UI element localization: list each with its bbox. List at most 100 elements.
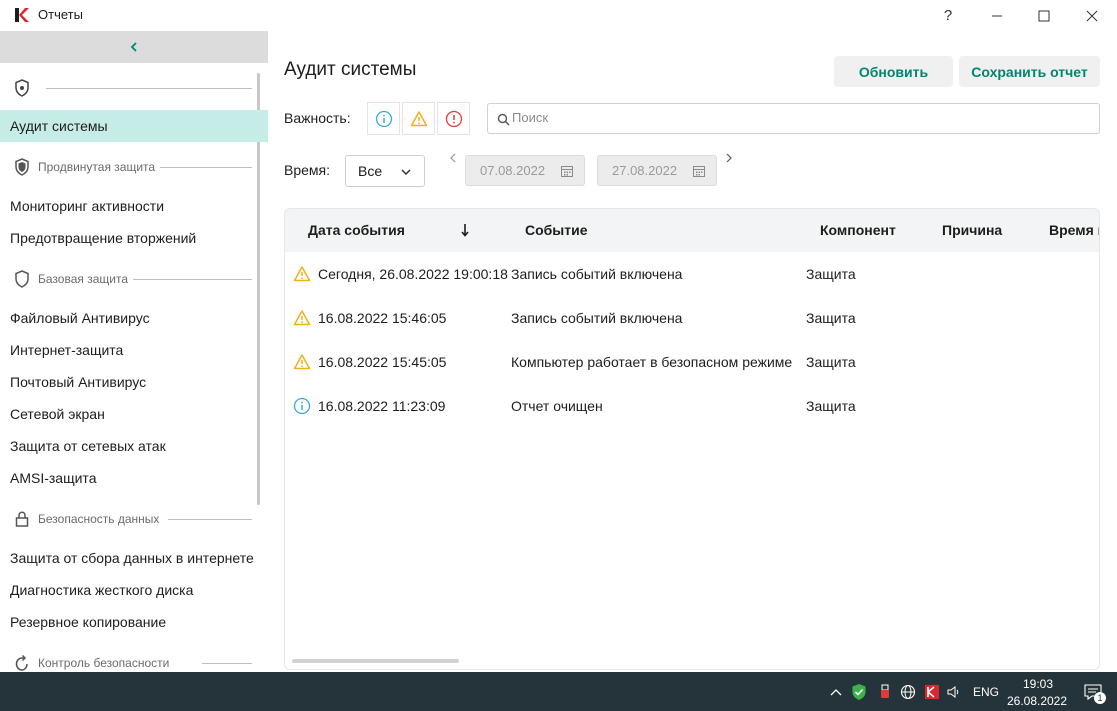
sidebar-section-basic: Базовая защита [0,268,268,290]
column-header-date[interactable]: Дата события [308,222,405,238]
column-header-event[interactable]: Событие [525,222,588,238]
section-divider [168,519,252,520]
sidebar-item-network-attack-blocker[interactable]: Защита от сетевых атак [0,430,268,462]
warning-icon [410,110,427,126]
table-row[interactable]: 16.08.2022 15:45:05 Компьютер работает в… [285,340,1099,384]
date-from-value: 07.08.2022 [480,163,546,178]
table-row[interactable]: 16.08.2022 11:23:09 Отчет очищен Защита [285,384,1099,428]
kaspersky-alert-icon [925,685,939,699]
sidebar-item-backup[interactable]: Резервное копирование [0,606,268,638]
sidebar-item-web-protection[interactable]: Интернет-защита [0,334,268,366]
refresh-button[interactable]: Обновить [834,56,953,87]
cell-component: Защита [806,398,856,414]
sidebar-item-amsi[interactable]: AMSI-защита [0,462,268,494]
notification-center-button[interactable]: 1 [1082,683,1106,704]
sidebar-collapse-button[interactable] [0,31,268,63]
severity-critical-filter[interactable] [437,102,470,135]
time-period-value: Все [358,163,383,179]
shield-outline-icon [15,270,29,288]
search-icon [497,113,510,126]
severity-info-filter[interactable] [367,102,400,135]
sidebar-section-top [0,77,268,99]
minimize-icon [992,15,1002,16]
clock-date[interactable]: 26.08.2022 [1002,694,1072,708]
section-divider [160,167,252,168]
date-from-field[interactable]: 07.08.2022 [465,155,585,186]
cell-component: Защита [806,266,856,282]
shield-icon [15,79,29,97]
close-button[interactable] [1068,0,1116,31]
cell-date: 16.08.2022 15:46:05 [318,310,447,326]
date-to-field[interactable]: 27.08.2022 [597,155,717,186]
previous-period-button[interactable] [446,151,460,165]
sidebar-item-private-browsing[interactable]: Защита от сбора данных в интернете [0,542,268,574]
usb-icon [881,684,889,698]
sidebar-section-security-control: Контроль безопасности [0,652,268,672]
show-hidden-icons-button[interactable] [827,683,845,701]
column-header-component[interactable]: Компонент [820,222,896,238]
time-period-select[interactable]: Все [345,155,425,187]
chevron-left-icon [130,42,137,52]
warning-icon [293,310,311,326]
severity-warning-filter[interactable] [402,102,435,135]
search-box[interactable] [487,103,1100,134]
maximize-icon [1038,10,1050,21]
taskbar: ENG 19:03 26.08.2022 1 [0,672,1117,711]
warning-icon [293,266,311,282]
critical-icon [445,110,462,127]
table-row[interactable]: 16.08.2022 15:46:05 Запись событий включ… [285,296,1099,340]
save-report-button[interactable]: Сохранить отчет [959,56,1100,87]
column-header-reason[interactable]: Причина [942,222,1002,238]
warning-icon [293,354,311,370]
volume-tray-icon[interactable] [946,683,964,701]
sidebar-item-intrusion-prevention[interactable]: Предотвращение вторжений [0,222,268,254]
kaspersky-alert-tray-icon[interactable] [923,683,941,701]
sidebar-item-file-antivirus[interactable]: Файловый Антивирус [0,302,268,334]
sidebar-item-firewall[interactable]: Сетевой экран [0,398,268,430]
table-horizontal-scrollbar[interactable] [292,659,459,663]
arrow-down-icon[interactable] [460,223,470,237]
next-period-button[interactable] [722,151,736,165]
time-label: Время: [284,162,331,178]
events-table: Дата события Событие Компонент Причина В… [284,208,1100,670]
title-bar: Отчеты ? [0,0,1117,31]
sidebar-item-mail-antivirus[interactable]: Почтовый Антивирус [0,366,268,398]
sidebar-item-disk-diagnostics[interactable]: Диагностика жесткого диска [0,574,268,606]
search-input[interactable] [512,110,1082,125]
calendar-icon [561,166,573,177]
chevron-right-icon [726,153,732,163]
network-tray-icon[interactable] [899,683,917,701]
kaspersky-tray-icon[interactable] [850,683,868,701]
maximize-button[interactable] [1020,0,1068,31]
main-panel: Аудит системы Обновить Сохранить отчет В… [268,31,1117,672]
notification-count-badge: 1 [1094,692,1106,704]
section-divider [46,88,252,89]
sidebar-item-system-audit[interactable]: Аудит системы [0,110,268,142]
usb-tray-icon[interactable] [876,683,894,701]
chevron-down-icon [401,169,411,176]
cell-date: Сегодня, 26.08.2022 19:00:18 [318,266,508,282]
sidebar-item-activity-monitor[interactable]: Мониторинг активности [0,190,268,222]
window-title: Отчеты [38,7,83,22]
table-header: Дата события Событие Компонент Причина В… [285,209,1099,252]
cell-event: Запись событий включена [511,310,683,326]
minimize-button[interactable] [973,0,1021,31]
language-indicator[interactable]: ENG [973,685,999,699]
lock-icon [15,511,29,527]
calendar-icon [693,166,705,177]
date-to-value: 27.08.2022 [612,163,678,178]
table-row[interactable]: Сегодня, 26.08.2022 19:00:18 Запись собы… [285,252,1099,296]
info-icon [375,110,392,127]
globe-icon [900,684,916,700]
sidebar: Аудит системы Продвинутая защита Монитор… [0,31,268,672]
cell-component: Защита [806,354,856,370]
cell-component: Защита [806,310,856,326]
cell-event: Отчет очищен [511,398,603,414]
clock-time[interactable]: 19:03 [1008,677,1068,691]
refresh-shield-icon [15,654,28,671]
section-divider [133,279,252,280]
help-button[interactable]: ? [924,0,972,31]
column-header-time[interactable]: Время в [1049,222,1099,238]
sidebar-section-data-security: Безопасность данных [0,508,268,530]
section-divider [202,663,252,664]
